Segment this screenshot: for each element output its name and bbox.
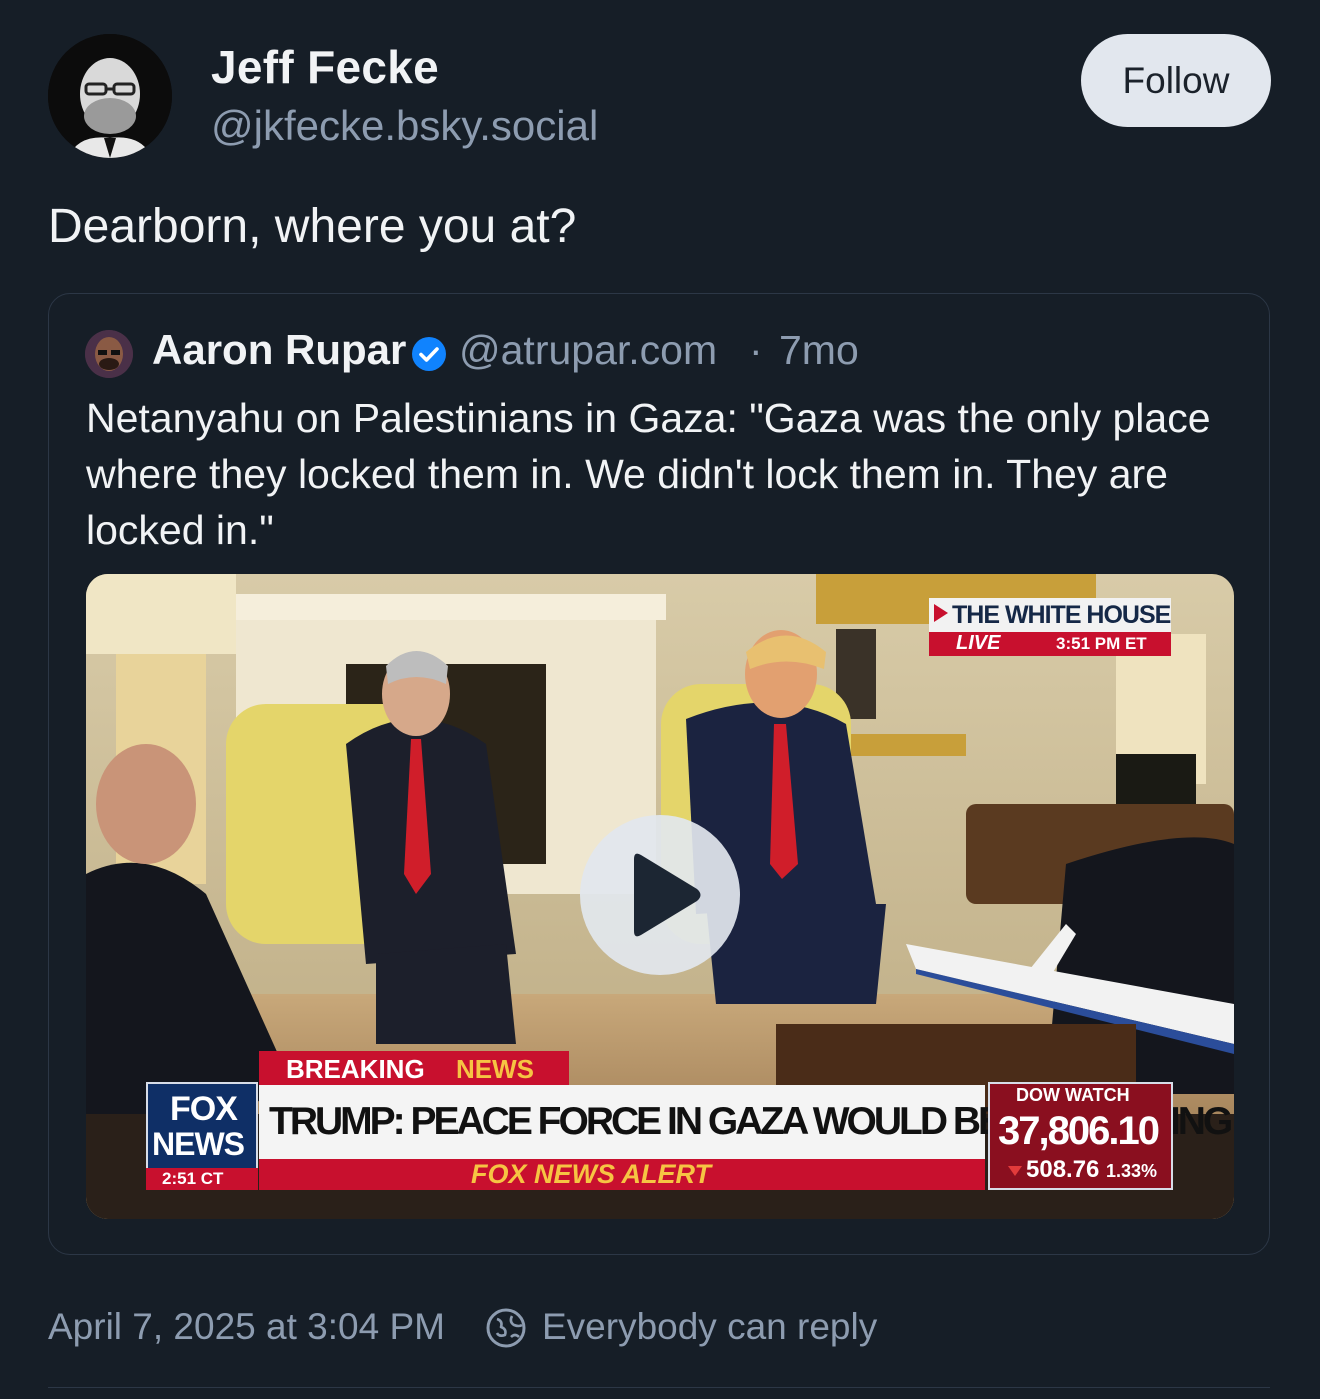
network-time: 2:51 CT bbox=[162, 1169, 224, 1188]
quoted-post[interactable]: Aaron Rupar @atrupar.com · 7mo Netanyahu… bbox=[48, 293, 1270, 1255]
quoted-author-name[interactable]: Aaron Rupar bbox=[152, 326, 406, 374]
globe-icon bbox=[486, 1308, 526, 1348]
quoted-author-handle[interactable]: @atrupar.com bbox=[459, 327, 717, 374]
quoted-post-text: Netanyahu on Palestinians in Gaza: "Gaza… bbox=[86, 395, 1211, 553]
author-avatar[interactable] bbox=[48, 34, 172, 158]
play-icon bbox=[634, 853, 701, 937]
breaking-news-label: NEWS bbox=[456, 1054, 534, 1084]
location-banner-play-icon bbox=[934, 604, 948, 622]
live-time: 3:51 PM ET bbox=[1056, 634, 1147, 653]
dow-down-icon bbox=[1008, 1166, 1022, 1176]
verified-badge-icon bbox=[412, 337, 446, 371]
video-player[interactable]: THE WHITE HOUSE LIVE 3:51 PM ET BREAKING… bbox=[86, 574, 1234, 1219]
live-label: LIVE bbox=[956, 632, 1001, 654]
fox-logo-line1: FOX bbox=[170, 1090, 238, 1128]
divider bbox=[48, 1387, 1270, 1388]
follow-button[interactable]: Follow bbox=[1081, 34, 1271, 127]
play-button[interactable] bbox=[580, 815, 740, 975]
author-name[interactable]: Jeff Fecke bbox=[211, 40, 439, 94]
quoted-author-avatar[interactable] bbox=[85, 330, 133, 378]
dow-value: 37,806.10 bbox=[998, 1109, 1160, 1153]
quoted-post-time[interactable]: 7mo bbox=[779, 327, 859, 374]
post-date: April 7, 2025 at 3:04 PM bbox=[48, 1306, 445, 1347]
post-text: Dearborn, where you at? bbox=[48, 200, 577, 253]
dow-percent: 1.33% bbox=[1106, 1161, 1158, 1181]
meta-separator: · bbox=[749, 327, 763, 373]
alert-label: FOX NEWS ALERT bbox=[471, 1159, 712, 1189]
breaking-label: BREAKING bbox=[286, 1054, 425, 1084]
reply-setting[interactable]: Everybody can reply bbox=[542, 1306, 877, 1348]
fox-logo-line2: NEWS bbox=[152, 1126, 245, 1162]
dow-change: 508.76 bbox=[1026, 1156, 1100, 1183]
location-label: THE WHITE HOUSE bbox=[952, 601, 1171, 629]
author-handle[interactable]: @jkfecke.bsky.social bbox=[211, 102, 598, 150]
dow-label: DOW WATCH bbox=[1016, 1085, 1130, 1105]
